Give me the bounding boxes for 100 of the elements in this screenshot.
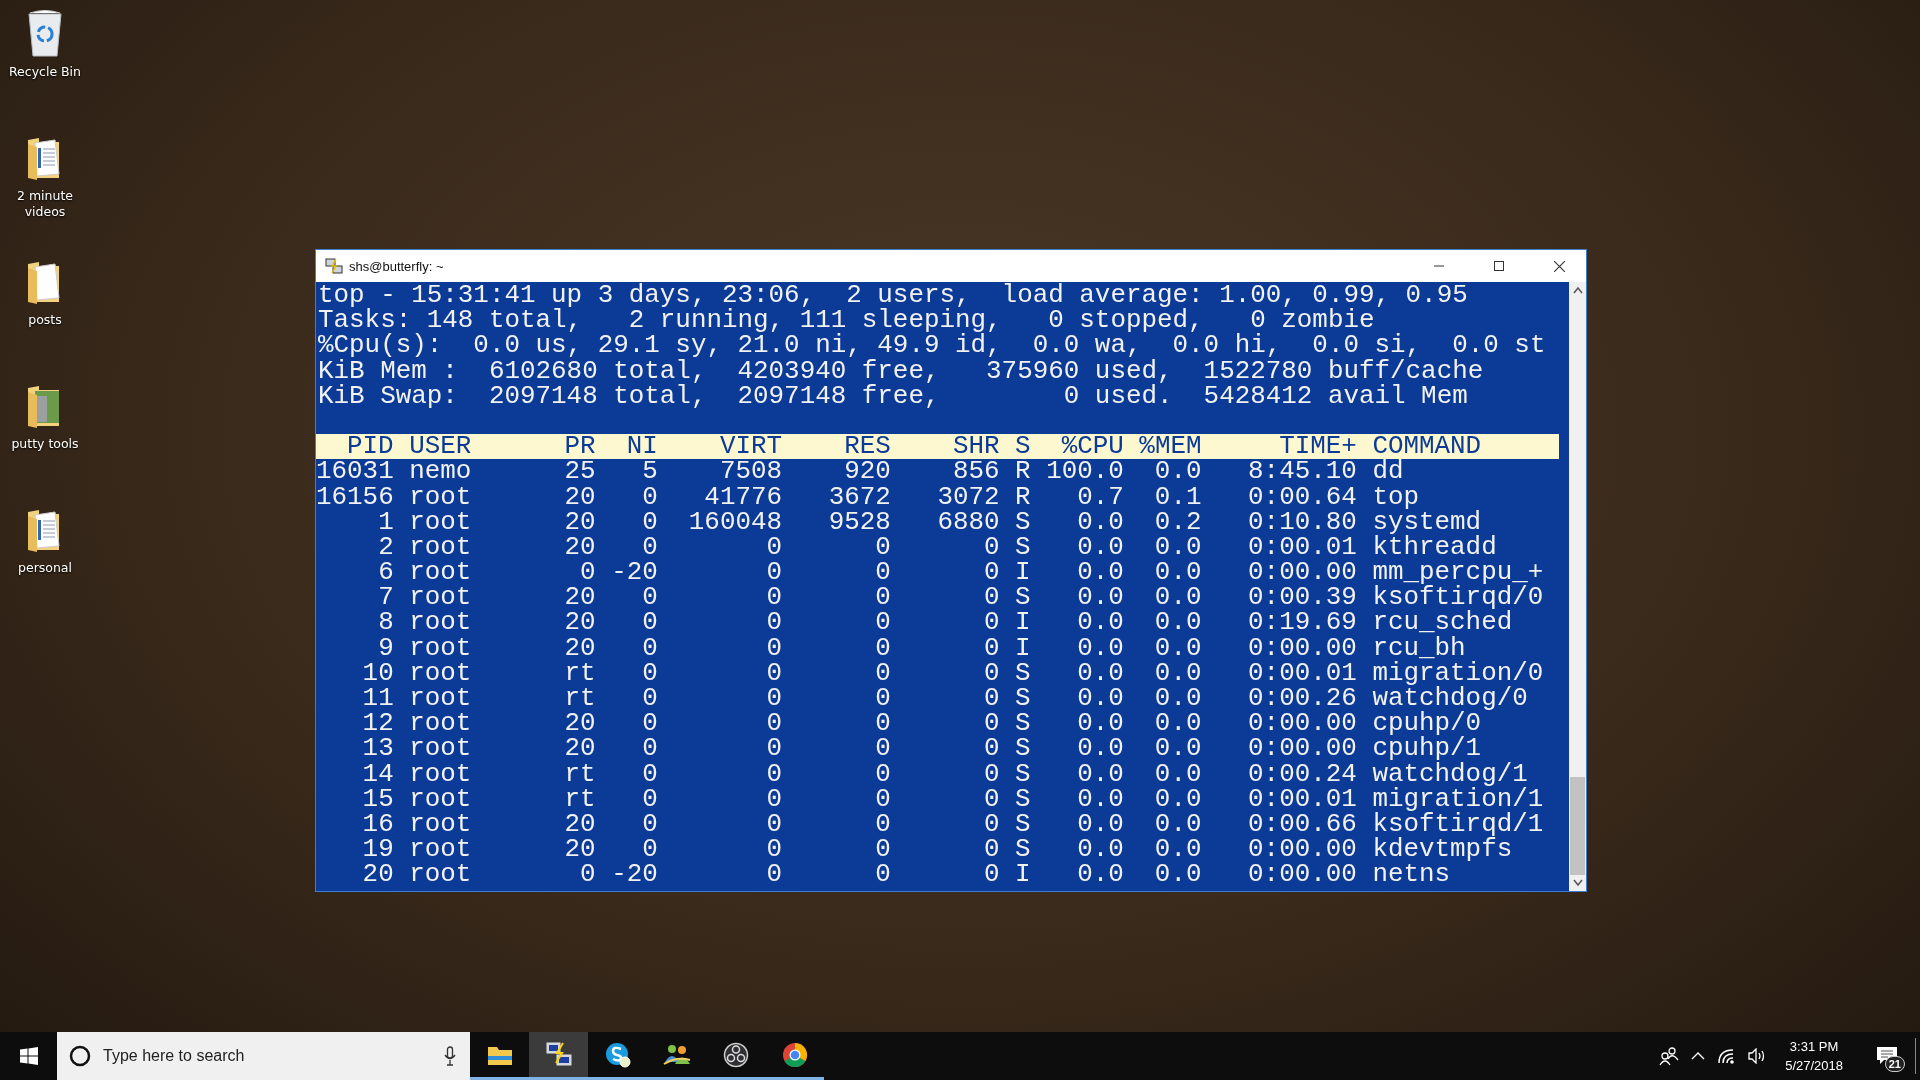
column-header[interactable]: COMMAND bbox=[1372, 434, 1559, 460]
table-cell-text: 0 bbox=[983, 635, 1000, 661]
table-cell-text: 0 bbox=[874, 585, 891, 611]
table-cell-text: 0 bbox=[765, 837, 783, 863]
desktop-icon-label[interactable]: personal bbox=[3, 560, 87, 576]
table-cell-text: rcu_sched bbox=[1372, 610, 1513, 636]
table-cell-text: 2 bbox=[377, 534, 394, 561]
table-cell-text: 0.0 bbox=[1153, 560, 1202, 586]
table-cell-text: 6880 bbox=[936, 509, 1000, 535]
table-cell-text: 0 bbox=[765, 585, 783, 611]
table-cell-text: 0 bbox=[765, 560, 783, 586]
column-header[interactable]: USER bbox=[409, 434, 534, 460]
table-cell: R bbox=[1015, 484, 1031, 510]
table-cell-text: 16 bbox=[361, 811, 394, 838]
recycle-bin-icon[interactable] bbox=[25, 10, 65, 58]
search-field[interactable]: Type here to search bbox=[101, 1046, 434, 1066]
summary-line: Tasks: 148 total, 2 running, 111 sleeping, 0 stopped, 0 zombie bbox=[318, 308, 1375, 334]
table-cell-text: 0.0 bbox=[1076, 560, 1124, 586]
chevron-up-icon[interactable] bbox=[1691, 1051, 1706, 1061]
table-cell-text: 0:10.80 bbox=[1247, 509, 1357, 535]
table-cell-text: root bbox=[409, 862, 473, 888]
table-cell-text: 0.0 bbox=[1153, 761, 1202, 787]
table-cell-text: 0 bbox=[641, 660, 658, 686]
table-cell-text: root bbox=[409, 711, 473, 737]
column-header[interactable]: RES bbox=[797, 434, 891, 460]
table-cell-text: 0 bbox=[983, 585, 1000, 611]
table-cell-text: 0.0 bbox=[1076, 686, 1124, 712]
table-cell-text: 0 bbox=[983, 610, 1000, 636]
table-cell-text: root bbox=[409, 560, 473, 586]
table-cell-text: 0:19.69 bbox=[1247, 610, 1357, 636]
wifi-icon[interactable] bbox=[1717, 1048, 1736, 1064]
microphone-icon[interactable] bbox=[444, 1046, 456, 1066]
table-cell: S bbox=[1015, 585, 1031, 611]
taskbar-app-button[interactable] bbox=[529, 1032, 588, 1080]
table-cell-text: mm_percpu_+ bbox=[1372, 560, 1545, 586]
table-cell-text: 0 bbox=[874, 786, 891, 812]
table-cell-text: cpuhp/1 bbox=[1372, 736, 1482, 762]
column-header[interactable]: TIME+ bbox=[1217, 434, 1357, 460]
scrollbar[interactable] bbox=[1569, 282, 1586, 891]
table-cell-text: 0 bbox=[874, 534, 891, 561]
table-cell-text: 0.0 bbox=[1076, 610, 1124, 636]
table-cell-text: 0.0 bbox=[1153, 635, 1202, 661]
table-cell-text: 20 bbox=[563, 635, 596, 661]
clock-time[interactable]: 3:31 PM bbox=[1789, 1037, 1839, 1056]
column-header[interactable]: SHR bbox=[906, 434, 1000, 460]
table-cell: S bbox=[1015, 786, 1031, 812]
table-cell-text: 0.0 bbox=[1076, 811, 1124, 838]
table-cell-text: 0:00.00 bbox=[1247, 736, 1357, 762]
column-header[interactable]: S bbox=[1015, 434, 1031, 460]
table-cell-text: 0.0 bbox=[1153, 660, 1202, 686]
column-header[interactable]: PID bbox=[316, 434, 394, 460]
table-cell-text: 6 bbox=[377, 560, 394, 586]
maximize-icon bbox=[1494, 261, 1504, 271]
table-cell-text: 14 bbox=[361, 761, 394, 787]
table-cell-text: 0.0 bbox=[1153, 686, 1202, 712]
search-icon bbox=[69, 1045, 91, 1067]
table-cell-text: 20 bbox=[361, 862, 394, 888]
table-cell-text: 0 bbox=[765, 786, 783, 812]
search-bar[interactable]: Type here to search bbox=[57, 1032, 470, 1080]
scrollbar-thumb[interactable] bbox=[1570, 777, 1585, 875]
table-cell: I bbox=[1015, 610, 1031, 636]
table-cell-text: 0.0 bbox=[1153, 786, 1202, 812]
table-cell-text: 20 bbox=[563, 837, 596, 863]
scroll-down-icon[interactable] bbox=[1572, 879, 1583, 887]
desktop-icon-label[interactable]: putty tools bbox=[3, 436, 87, 452]
column-header[interactable]: NI bbox=[611, 434, 658, 460]
table-cell-text: 0.0 bbox=[1153, 736, 1202, 762]
table-cell: -20 bbox=[611, 560, 658, 586]
scroll-up-icon[interactable] bbox=[1572, 286, 1583, 294]
table-cell-text: 0.0 bbox=[1153, 585, 1202, 611]
table-cell-text: 0 bbox=[765, 711, 783, 737]
table-cell-text: nemo bbox=[409, 459, 473, 485]
table-cell-text: 5 bbox=[641, 459, 658, 485]
table-cell-text: 20 bbox=[563, 811, 596, 838]
table-cell-text: 8 bbox=[377, 610, 394, 636]
table-cell-text: 12 bbox=[361, 711, 394, 737]
table-cell-text: 0 bbox=[641, 484, 658, 510]
notifications-button[interactable]: 21 bbox=[1863, 1032, 1911, 1080]
table-cell-text: 0.0 bbox=[1153, 862, 1202, 888]
table-cell-text: 20 bbox=[563, 711, 596, 737]
chat-app-icon bbox=[603, 1040, 632, 1069]
desktop-icon-label[interactable]: 2 minute videos bbox=[3, 188, 87, 220]
people-icon[interactable] bbox=[1659, 1046, 1680, 1066]
table-cell-text: 0 bbox=[641, 534, 658, 561]
table-cell-text: 0:00.00 bbox=[1247, 635, 1357, 661]
column-header[interactable]: VIRT bbox=[673, 434, 783, 460]
column-header[interactable]: PR bbox=[549, 434, 596, 460]
column-header[interactable]: %CPU bbox=[1046, 434, 1124, 460]
table-cell: S bbox=[1015, 534, 1031, 561]
table-cell-text: netns bbox=[1372, 862, 1451, 888]
table-cell-text: 0:00.00 bbox=[1247, 862, 1357, 888]
column-header[interactable]: %MEM bbox=[1139, 434, 1202, 460]
table-cell-text: 0 bbox=[641, 686, 658, 712]
notification-count-badge: 21 bbox=[1884, 1056, 1905, 1072]
desktop-icon-label[interactable]: Recycle Bin bbox=[3, 64, 87, 80]
table-cell-text: 0 bbox=[874, 635, 891, 661]
browser-icon bbox=[781, 1041, 808, 1068]
clock-date[interactable]: 5/27/2018 bbox=[1785, 1056, 1843, 1075]
table-cell-text: watchdog/1 bbox=[1372, 761, 1528, 787]
desktop-icon-label[interactable]: posts bbox=[3, 312, 87, 328]
